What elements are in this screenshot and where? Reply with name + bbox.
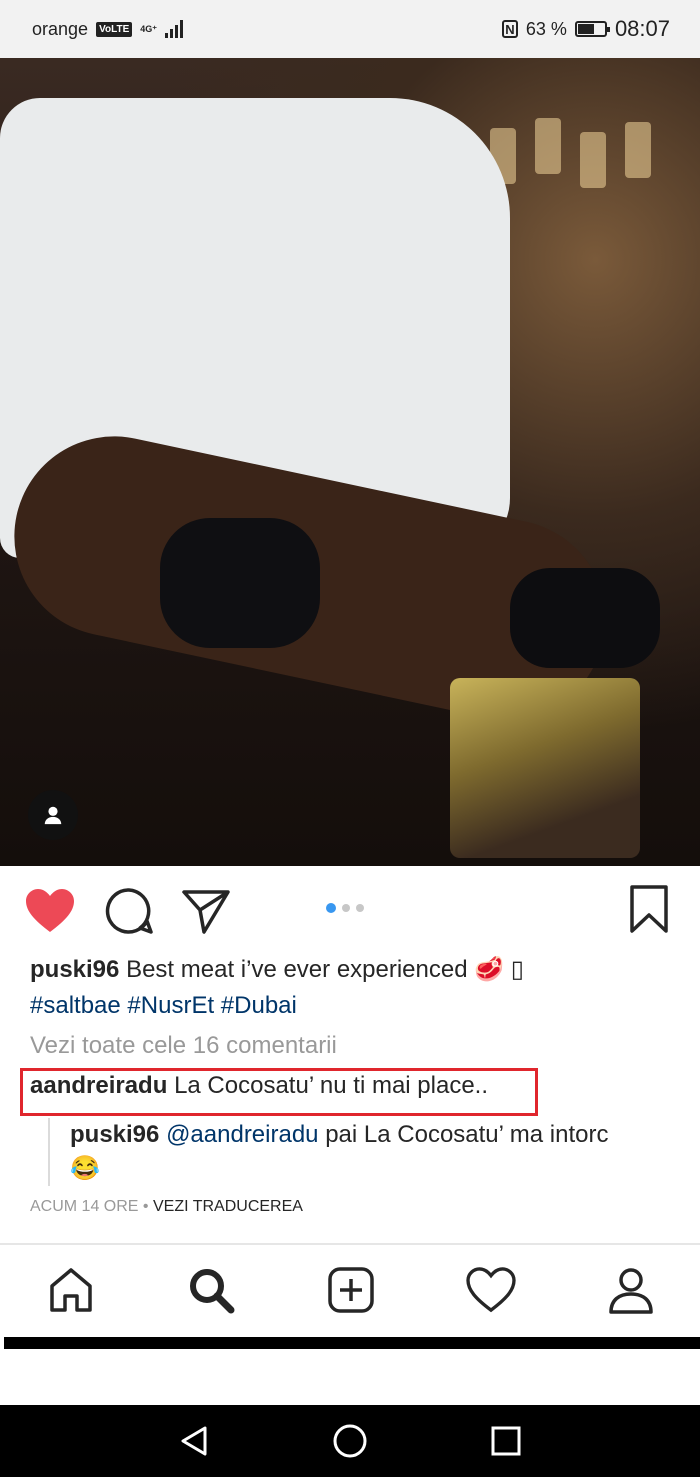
- post-video[interactable]: [0, 58, 700, 866]
- missing-glyph: ▯: [510, 956, 525, 983]
- status-right: N 63 % 08:07: [501, 16, 670, 42]
- post-actions: [0, 878, 700, 944]
- blank-area: [0, 1349, 700, 1405]
- post-meta: ACUM 14 ORE • VEZI TRADUCEREA: [30, 1198, 303, 1216]
- profile-icon[interactable]: [606, 1265, 656, 1315]
- volte-badge: VoLTE: [96, 21, 133, 37]
- nfc-icon: N: [501, 20, 518, 38]
- chef-glove-right: [510, 568, 660, 668]
- carousel-dot: [356, 904, 364, 912]
- chef-glove: [160, 518, 320, 648]
- comment-highlight-box: [20, 1068, 538, 1116]
- reply-text: pai La Cocosatu’ ma intorc: [325, 1121, 609, 1148]
- reply-username[interactable]: puski96: [70, 1121, 159, 1148]
- post-caption: puski96 Best meat i’ve ever experienced …: [30, 952, 670, 1024]
- activity-heart-icon[interactable]: [466, 1265, 516, 1315]
- network-type: 4G⁺: [140, 23, 158, 34]
- recents-icon[interactable]: [484, 1419, 528, 1463]
- battery-icon: [574, 21, 610, 37]
- steak-dish: [450, 678, 640, 858]
- hashtag-dubai[interactable]: #Dubai: [221, 992, 297, 1019]
- heart-filled-icon[interactable]: [24, 886, 76, 941]
- status-bar: orange VoLTE 4G⁺ N 63 % 08:07: [0, 0, 700, 58]
- hashtag-nusret[interactable]: #NusrEt: [127, 992, 214, 1019]
- bottom-tab-bar: [0, 1245, 700, 1337]
- add-post-icon[interactable]: [326, 1265, 376, 1315]
- clock: 08:07: [614, 16, 670, 41]
- carousel-indicator: [326, 903, 364, 913]
- carousel-dot: [342, 904, 350, 912]
- laughing-emoji: 😂: [70, 1155, 100, 1182]
- carousel-dot: [326, 903, 336, 913]
- battery-percent: 63 %: [525, 18, 567, 39]
- comment-reply: puski96 @aandreiradu pai La Cocosatu’ ma…: [48, 1118, 700, 1186]
- system-nav-bar: [0, 1405, 700, 1477]
- signal-icon: [165, 20, 184, 38]
- status-left: orange VoLTE 4G⁺: [32, 18, 184, 40]
- view-all-comments-link[interactable]: Vezi toate cele 16 comentarii: [30, 1032, 337, 1060]
- carrier-name: orange: [32, 18, 89, 39]
- see-translation-link[interactable]: VEZI TRADUCEREA: [153, 1198, 303, 1215]
- home-circle-icon[interactable]: [328, 1419, 372, 1463]
- bookmark-icon[interactable]: [628, 884, 670, 939]
- home-icon[interactable]: [46, 1265, 96, 1315]
- reply-mention[interactable]: @aandreiradu: [166, 1121, 318, 1148]
- battery-fill: [577, 24, 594, 34]
- caption-username[interactable]: puski96: [30, 956, 119, 983]
- back-icon[interactable]: [172, 1419, 216, 1463]
- comment-icon[interactable]: [104, 886, 154, 941]
- post-time: ACUM 14 ORE: [30, 1198, 139, 1215]
- background-lamps: [490, 118, 660, 198]
- meta-separator: •: [142, 1198, 149, 1215]
- share-icon[interactable]: [180, 886, 232, 941]
- screen-edge-bar: [4, 1337, 700, 1349]
- search-icon[interactable]: [186, 1265, 236, 1315]
- tagged-people-icon[interactable]: [28, 790, 78, 840]
- caption-text: Best meat i’ve ever experienced 🥩: [126, 956, 511, 983]
- hashtag-saltbae[interactable]: #saltbae: [30, 992, 121, 1019]
